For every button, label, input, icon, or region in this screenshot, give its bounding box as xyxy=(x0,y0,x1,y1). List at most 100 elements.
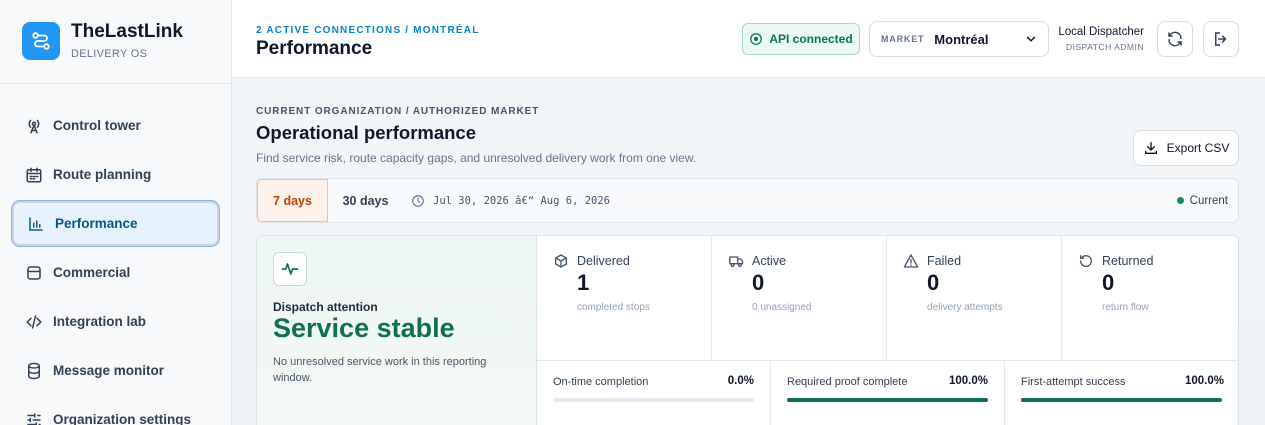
sidebar-item-message-monitor[interactable]: Message monitor xyxy=(12,348,219,393)
sidebar-item-integration-lab[interactable]: Integration lab xyxy=(12,299,219,344)
attention-label: Dispatch attention xyxy=(273,300,378,314)
range-status-label: Current xyxy=(1189,194,1228,207)
rate-value: 0.0% xyxy=(727,375,754,387)
kpi-value: 0 xyxy=(752,270,765,295)
main-content: CURRENT ORGANIZATION / AUTHORIZED MARKET… xyxy=(232,79,1265,425)
rate-first-attempt-success: First-attempt success 100.0% xyxy=(1005,361,1238,425)
date-range-bar: 7 days 30 days Jul 30, 2026 â€“ Aug 6, 2… xyxy=(256,178,1239,223)
top-header: 2 ACTIVE CONNECTIONS / MONTRÉAL Performa… xyxy=(232,0,1265,78)
performance-panel: Dispatch attention Service stable No unr… xyxy=(256,235,1239,425)
sidebar-item-commercial[interactable]: Commercial xyxy=(12,250,219,295)
kpi-label: Delivered xyxy=(577,254,630,268)
antenna-icon xyxy=(25,117,43,135)
user-name: Local Dispatcher xyxy=(1058,26,1144,38)
sidebar-nav: Control tower Route planning Performance xyxy=(12,103,219,425)
api-status-label: API connected xyxy=(769,32,853,46)
kpi-value: 1 xyxy=(577,270,590,295)
page-title: Performance xyxy=(256,38,373,59)
market-value: Montréal xyxy=(934,31,989,47)
calendar-icon xyxy=(25,166,43,184)
sidebar-item-control-tower[interactable]: Control tower xyxy=(12,103,219,148)
kpi-sub: return flow xyxy=(1102,302,1149,313)
refresh-icon xyxy=(1166,30,1184,48)
brand-name: TheLastLink xyxy=(71,21,183,42)
sidebar-item-label: Organization settings xyxy=(53,412,192,425)
rate-value: 100.0% xyxy=(1184,375,1224,387)
package-icon xyxy=(553,253,569,269)
rate-progress-fill xyxy=(1021,398,1222,402)
rate-label: On-time completion xyxy=(553,376,649,388)
export-csv-label: Export CSV xyxy=(1166,141,1230,155)
clock-icon xyxy=(411,194,425,208)
range-7-days-button[interactable]: 7 days xyxy=(257,179,328,222)
sidebar-item-route-planning[interactable]: Route planning xyxy=(12,152,219,197)
range-30-days-button[interactable]: 30 days xyxy=(332,179,399,222)
database-icon xyxy=(25,264,43,282)
sidebar-item-label: Commercial xyxy=(53,265,131,280)
date-range: Jul 30, 2026 â€“ Aug 6, 2026 xyxy=(411,179,610,222)
sidebar-divider xyxy=(0,83,231,84)
rate-progress-fill xyxy=(787,398,988,402)
rate-label: Required proof complete xyxy=(787,376,908,388)
market-label: MARKET xyxy=(881,34,925,44)
section-breadcrumb: CURRENT ORGANIZATION / AUTHORIZED MARKET xyxy=(256,106,540,117)
brand-logo-icon xyxy=(22,21,60,60)
sidebar-item-label: Message monitor xyxy=(53,363,165,378)
kpi-value: 0 xyxy=(927,270,940,295)
sidebar-item-label: Control tower xyxy=(53,118,141,133)
pulse-icon xyxy=(273,252,307,286)
attention-description: No unresolved service work in this repor… xyxy=(273,356,487,384)
brand-subtitle: DELIVERY OS xyxy=(71,48,148,60)
sidebar-item-label: Performance xyxy=(55,216,138,231)
sidebar-item-organization-settings[interactable]: Organization settings xyxy=(12,397,219,425)
rate-progress-track xyxy=(787,398,988,402)
breadcrumb: 2 ACTIVE CONNECTIONS / MONTRÉAL xyxy=(256,25,480,36)
chevron-down-icon xyxy=(1024,32,1038,51)
brand[interactable]: TheLastLink DELIVERY OS xyxy=(22,21,183,60)
kpi-label: Active xyxy=(752,254,787,268)
user-role: DISPATCH ADMIN xyxy=(1066,42,1144,52)
rate-progress-track xyxy=(553,398,754,402)
user-info: Local Dispatcher DISPATCH ADMIN xyxy=(1058,26,1144,52)
kpi-sub: 0 unassigned xyxy=(752,302,812,313)
kpi-returned: Returned 0 return flow xyxy=(1062,236,1238,361)
bar-chart-icon xyxy=(27,215,45,233)
warning-icon xyxy=(903,253,919,269)
section-title: Operational performance xyxy=(256,122,477,143)
kpi-label: Failed xyxy=(927,254,962,268)
logout-button[interactable] xyxy=(1203,21,1239,57)
rate-label: First-attempt success xyxy=(1021,376,1126,388)
api-status-badge: API connected xyxy=(742,23,860,55)
kpi-value: 0 xyxy=(1102,270,1115,295)
export-csv-button[interactable]: Export CSV xyxy=(1133,130,1239,166)
sidebar-item-label: Route planning xyxy=(53,167,152,182)
kpi-active: Active 0 0 unassigned xyxy=(712,236,887,361)
range-status: Current xyxy=(1176,179,1228,222)
logout-icon xyxy=(1212,30,1230,48)
download-icon xyxy=(1143,140,1159,156)
status-dot-icon xyxy=(1176,197,1184,204)
rate-value: 100.0% xyxy=(948,375,988,387)
dispatch-attention-card: Dispatch attention Service stable No unr… xyxy=(257,236,537,425)
date-range-text: Jul 30, 2026 â€“ Aug 6, 2026 xyxy=(433,194,611,207)
code-icon xyxy=(25,313,43,331)
market-select[interactable]: MARKET Montréal xyxy=(869,21,1049,57)
kpi-label: Returned xyxy=(1102,254,1154,268)
kpi-sub: delivery attempts xyxy=(927,302,1003,313)
sliders-icon xyxy=(25,411,43,425)
sidebar: TheLastLink DELIVERY OS Control tower Ro… xyxy=(0,0,232,425)
return-icon xyxy=(1078,253,1094,269)
refresh-button[interactable] xyxy=(1157,21,1193,57)
sidebar-item-performance[interactable]: Performance xyxy=(12,201,219,246)
kpi-delivered: Delivered 1 completed stops xyxy=(537,236,712,361)
sidebar-item-label: Integration lab xyxy=(53,314,147,329)
truck-icon xyxy=(728,253,745,269)
status-circle-icon xyxy=(749,32,763,46)
rate-progress-track xyxy=(1021,398,1222,402)
kpi-sub: completed stops xyxy=(577,302,650,313)
database-stack-icon xyxy=(25,362,43,380)
rate-required-proof: Required proof complete 100.0% xyxy=(771,361,1005,425)
section-description: Find service risk, route capacity gaps, … xyxy=(256,151,697,165)
rate-on-time-completion: On-time completion 0.0% xyxy=(537,361,771,425)
attention-title: Service stable xyxy=(273,313,455,343)
